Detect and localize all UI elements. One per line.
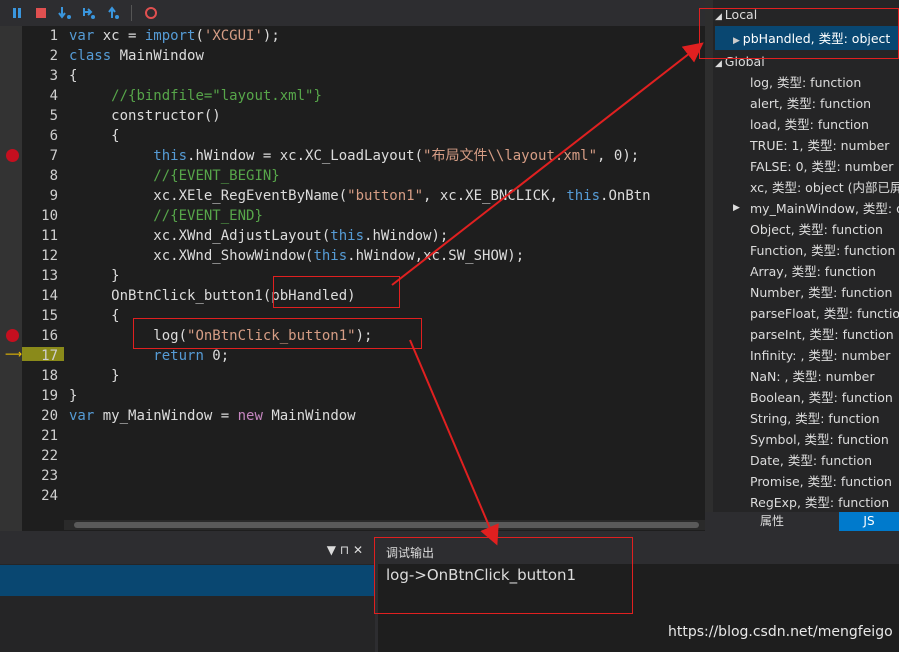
arrow-to-output	[409, 339, 499, 546]
annotation-arrows	[391, 42, 704, 546]
arrow-to-local	[391, 42, 704, 286]
